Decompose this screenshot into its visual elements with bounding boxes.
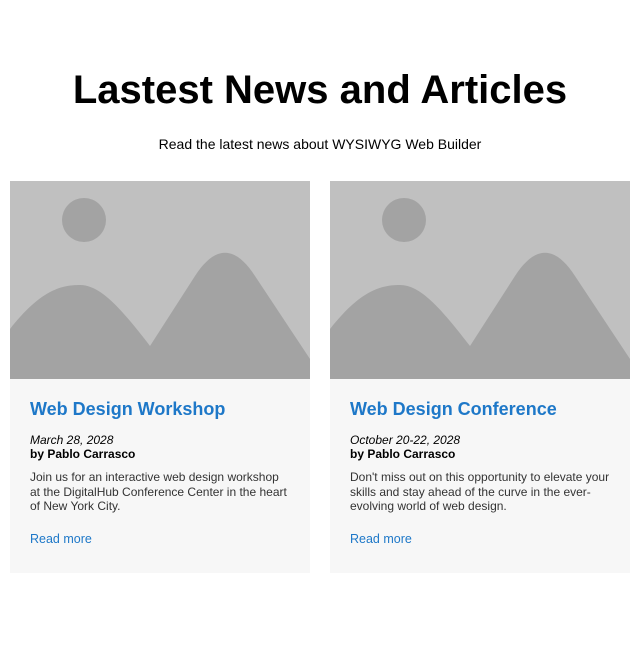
article-author: by Pablo Carrasco (30, 447, 136, 461)
page: Lastest News and Articles Read the lates… (0, 0, 640, 649)
article-title: Web Design Workshop (30, 399, 226, 419)
article-excerpt: Don't miss out on this opportunity to el… (350, 470, 610, 513)
article-date: October 20-22, 2028 (350, 433, 461, 447)
image-placeholder-icon (330, 181, 630, 379)
read-more-link[interactable]: Read more (350, 532, 412, 547)
article-card: Web Design Workshop March 28, 2028 by Pa… (10, 181, 310, 573)
page-title: Lastest News and Articles (72, 68, 568, 112)
article-date: March 28, 2028 (30, 433, 114, 447)
article-title: Web Design Conference (350, 399, 557, 419)
article-excerpt: Join us for an interactive web design wo… (30, 470, 287, 513)
article-author: by Pablo Carrasco (350, 447, 456, 461)
image-placeholder-icon (10, 181, 310, 379)
page-subtitle: Read the latest news about WYSIWYG Web B… (158, 136, 482, 152)
read-more-link[interactable]: Read more (30, 532, 92, 547)
article-card: Web Design Conference October 20-22, 202… (330, 181, 630, 573)
